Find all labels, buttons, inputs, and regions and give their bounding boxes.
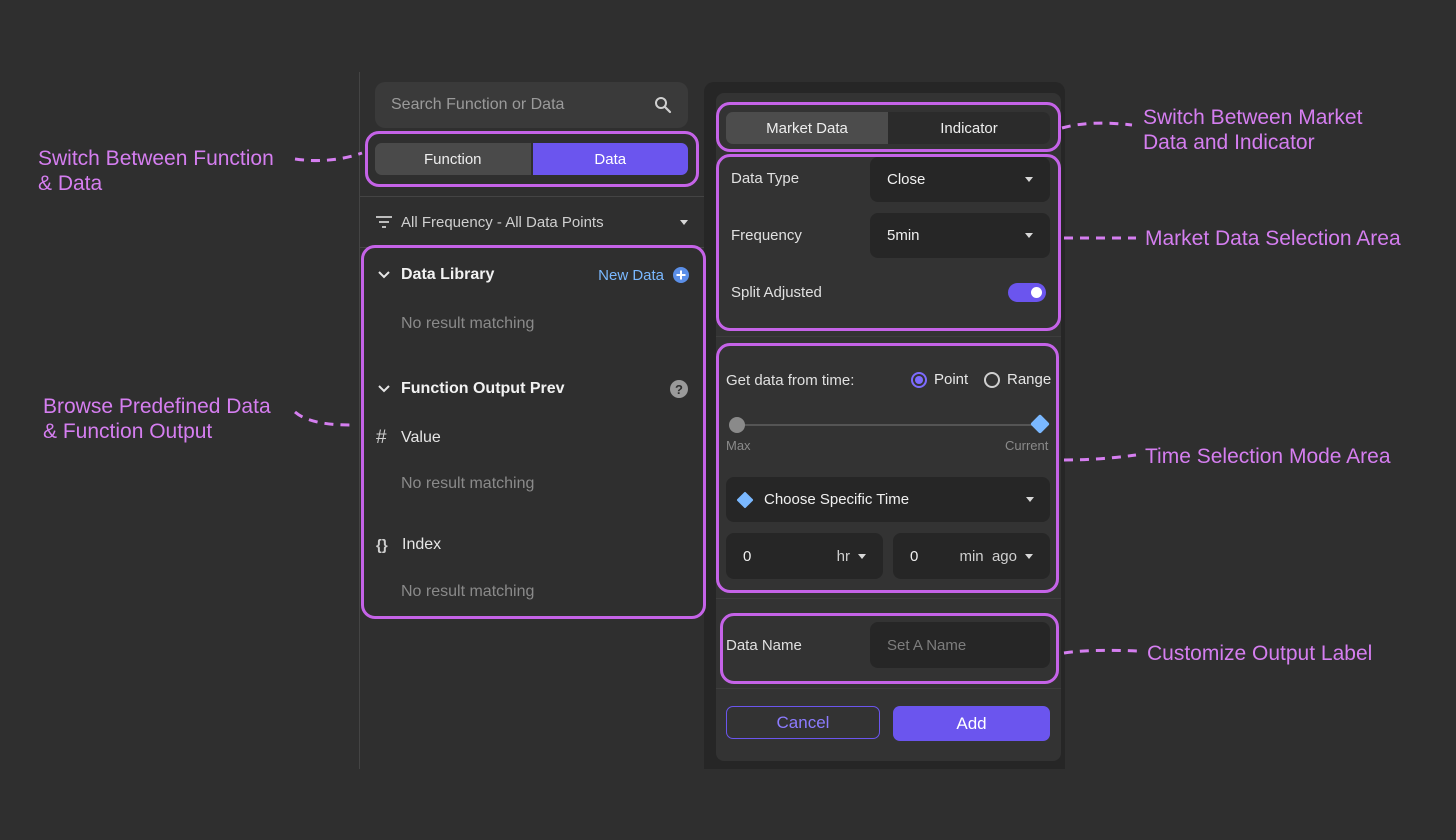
annotation-market-selection: Market Data Selection Area <box>1145 227 1401 250</box>
annotation-switch-function-data: Switch Between Function & Data <box>38 147 274 195</box>
annotation-browse: Browse Predefined Data & Function Output <box>43 395 271 443</box>
annotation-output-label: Customize Output Label <box>1147 642 1373 665</box>
annotation-time-selection: Time Selection Mode Area <box>1145 445 1391 468</box>
annotation-switch-market: Switch Between Market Data and Indicator <box>1143 106 1363 154</box>
